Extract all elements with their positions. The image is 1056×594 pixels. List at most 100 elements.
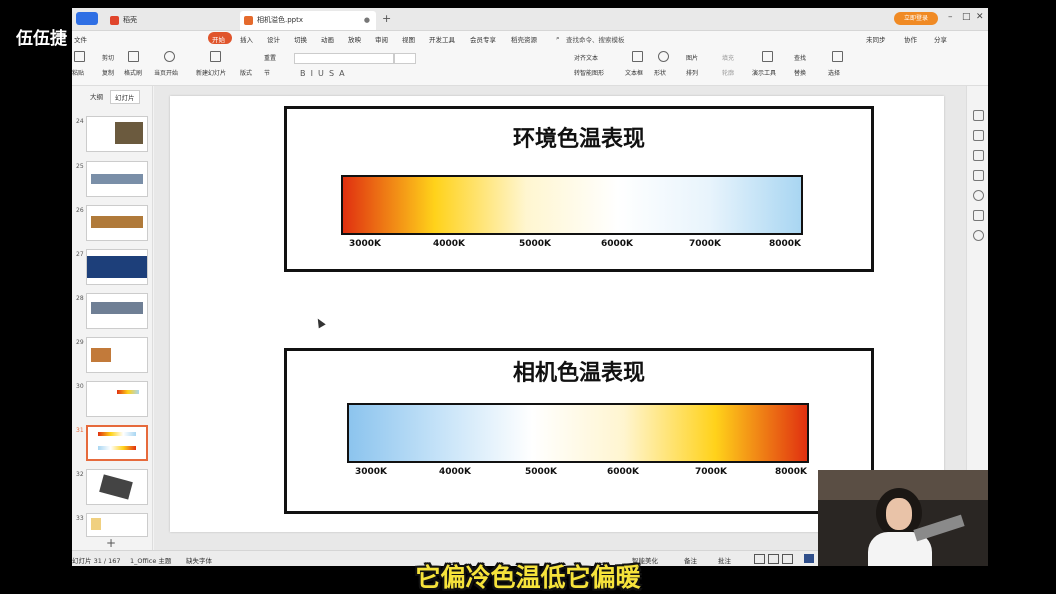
menu-home[interactable]: 开始: [212, 34, 225, 44]
close-window-icon[interactable]: ✕: [976, 12, 984, 22]
animation-icon[interactable]: [973, 150, 984, 161]
environment-color-temp-panel[interactable]: 环境色温表现 3000K 4000K 5000K 6000K 7000K 800…: [284, 106, 874, 272]
tab-close-icon[interactable]: ●: [364, 11, 370, 30]
font-style-buttons[interactable]: B I U S A: [300, 69, 345, 78]
smart-graphic-button[interactable]: 转智能图形: [574, 68, 604, 77]
channel-watermark: 伍伍捷: [16, 29, 67, 49]
select-button[interactable]: 选择: [828, 68, 840, 77]
menu-transition[interactable]: 切换: [294, 34, 307, 44]
slide-number: 26: [76, 207, 84, 214]
tick-label: 7000K: [689, 239, 722, 249]
slide[interactable]: 环境色温表现 3000K 4000K 5000K 6000K 7000K 800…: [170, 96, 944, 532]
tab-outline[interactable]: 大纲: [86, 90, 107, 102]
camera-color-temp-panel[interactable]: 相机色温表现 3000K 4000K 5000K 6000K 7000K 800…: [284, 348, 874, 514]
menu-developer[interactable]: 开发工具: [429, 34, 455, 44]
shape-icon: [658, 51, 669, 62]
from-current-button[interactable]: 当页开始: [154, 68, 178, 77]
tick-label: 5000K: [519, 239, 552, 249]
menu-bar: 文件 开始 插入 设计 切换 动画 放映 审阅 视图 开发工具 会员专享 稻壳资…: [72, 31, 988, 47]
ribbon-toolbar: 粘贴 剪切 复制 格式刷 当页开始 新建幻灯片 版式 重置 节 B I U S …: [72, 47, 988, 86]
tab-document[interactable]: 相机溢色.pptx ●: [240, 11, 376, 30]
presentation-tools-button[interactable]: 演示工具: [752, 68, 776, 77]
slide-number: 32: [76, 471, 84, 478]
slide-thumbnail-32[interactable]: [86, 469, 148, 505]
paste-button[interactable]: 粘贴: [72, 68, 84, 77]
pptx-file-icon: [244, 15, 253, 25]
layout-button[interactable]: 版式: [240, 68, 252, 77]
environment-gradient-bar: [341, 175, 803, 235]
slide-thumbnail-33[interactable]: [86, 513, 148, 537]
menu-view[interactable]: 视图: [402, 34, 415, 44]
docer-icon: [110, 15, 119, 25]
picture-button[interactable]: 图片: [686, 53, 698, 62]
share-button[interactable]: 分享: [934, 34, 947, 44]
slide-number: 24: [76, 118, 84, 125]
app-logo-icon[interactable]: [76, 12, 98, 25]
slide-number: 33: [76, 515, 84, 522]
minimize-icon[interactable]: –: [948, 12, 953, 22]
menu-design[interactable]: 设计: [267, 34, 280, 44]
shape-button[interactable]: 形状: [654, 68, 666, 77]
tab-home[interactable]: 稻壳: [106, 11, 226, 30]
copy-button[interactable]: 复制: [102, 68, 114, 77]
menu-file[interactable]: 文件: [74, 34, 87, 44]
format-painter-button[interactable]: 格式刷: [124, 68, 142, 77]
sync-status[interactable]: 未同步: [866, 34, 886, 44]
menu-docer[interactable]: 稻壳资源: [511, 34, 537, 44]
slide-number: 31: [76, 427, 84, 434]
maximize-icon[interactable]: □: [962, 12, 971, 22]
font-name-select[interactable]: [294, 53, 394, 64]
menu-insert[interactable]: 插入: [240, 34, 253, 44]
webcam-overlay: [818, 470, 988, 566]
fill-button[interactable]: 填充: [722, 53, 734, 62]
location-icon[interactable]: [973, 230, 984, 241]
outline-button[interactable]: 轮廓: [722, 68, 734, 77]
new-slide-button[interactable]: 新建幻灯片: [196, 68, 226, 77]
reset-button[interactable]: 重置: [264, 53, 276, 62]
search-icon[interactable]: ⌕: [556, 34, 560, 43]
find-button[interactable]: 查找: [794, 53, 806, 62]
slide-thumbnail-27[interactable]: [86, 249, 148, 285]
collab-button[interactable]: 协作: [904, 34, 917, 44]
camera-gradient-bar: [347, 403, 809, 463]
login-button[interactable]: 立即登录: [894, 12, 938, 25]
slide-number: 25: [76, 163, 84, 170]
menu-review[interactable]: 审阅: [375, 34, 388, 44]
slide-thumbnail-25[interactable]: [86, 161, 148, 197]
copy-format-icon[interactable]: [973, 170, 984, 181]
tab-slides[interactable]: 幻灯片: [110, 90, 140, 104]
new-slide-icon: [210, 51, 221, 62]
text-box-button[interactable]: 文本框: [625, 68, 643, 77]
menu-member[interactable]: 会员专享: [470, 34, 496, 44]
add-slide-button[interactable]: +: [106, 536, 116, 550]
command-search-input[interactable]: 查找命令、搜索模板: [566, 34, 625, 44]
title-bar: 稻壳 相机溢色.pptx ● + 立即登录 – □ ✕: [72, 8, 988, 31]
align-text-button[interactable]: 对齐文本: [574, 53, 598, 62]
paste-icon: [74, 51, 85, 62]
slide-thumbnail-29[interactable]: [86, 337, 148, 373]
design-icon[interactable]: [973, 110, 984, 121]
font-size-select[interactable]: [394, 53, 416, 64]
properties-icon[interactable]: [973, 130, 984, 141]
slide-thumbnail-26[interactable]: [86, 205, 148, 241]
new-tab-button[interactable]: +: [382, 12, 391, 25]
slide-thumbnail-31-selected[interactable]: [86, 425, 148, 461]
tick-label: 8000K: [769, 239, 802, 249]
slide-thumbnail-28[interactable]: [86, 293, 148, 329]
menu-animation[interactable]: 动画: [321, 34, 334, 44]
slide-thumbnail-30[interactable]: [86, 381, 148, 417]
slide-thumbnail-24[interactable]: [86, 116, 148, 152]
tick-label: 4000K: [433, 239, 466, 249]
tick-label: 4000K: [439, 467, 472, 477]
slide-number: 28: [76, 295, 84, 302]
arrange-button[interactable]: 排列: [686, 68, 698, 77]
section-button[interactable]: 节: [264, 68, 270, 77]
slide-number: 29: [76, 339, 84, 346]
play-icon: [164, 51, 175, 62]
cut-button[interactable]: 剪切: [102, 53, 114, 62]
menu-slideshow[interactable]: 放映: [348, 34, 361, 44]
help-icon[interactable]: [973, 190, 984, 201]
replace-button[interactable]: 替换: [794, 68, 806, 77]
camera-panel-title: 相机色温表现: [512, 361, 645, 386]
backup-icon[interactable]: [973, 210, 984, 221]
